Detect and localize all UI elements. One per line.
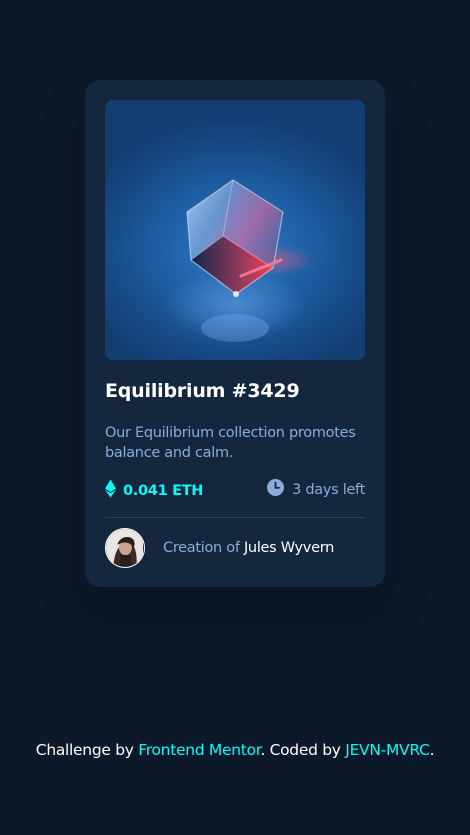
nft-stats: 0.041 ETH 3 days left [105, 479, 365, 501]
frontend-mentor-link[interactable]: Frontend Mentor [138, 741, 260, 759]
author-link[interactable]: JEVN-MVRC [345, 741, 430, 759]
creator-prefix: Creation of [163, 540, 244, 556]
attribution-footer: Challenge by Frontend Mentor. Coded by J… [0, 741, 470, 759]
nft-card: Equilibrium #3429 Our Equilibrium collec… [85, 80, 385, 587]
clock-icon [267, 479, 285, 500]
time-left-value: 3 days left [292, 481, 365, 498]
ethereum-icon [105, 479, 116, 502]
creator-text: Creation of Jules Wyvern [163, 540, 334, 556]
price-value: 0.041 ETH [123, 482, 204, 499]
footer-suffix: . [429, 741, 435, 759]
equilibrium-image[interactable] [105, 100, 365, 360]
footer-prefix: Challenge by [35, 741, 139, 759]
footer-middle: . Coded by [260, 741, 346, 759]
nft-description: Our Equilibrium collection promotes bala… [105, 425, 356, 461]
creator-name-link[interactable]: Jules Wyvern [244, 540, 334, 556]
time-group: 3 days left [267, 479, 365, 500]
crystal-cube-graphic [186, 179, 315, 342]
creator-row: Creation of Jules Wyvern [105, 528, 365, 568]
nft-title[interactable]: Equilibrium #3429 [105, 380, 300, 402]
price-group: 0.041 ETH [105, 479, 203, 502]
creator-avatar [105, 528, 145, 568]
divider [105, 517, 365, 518]
